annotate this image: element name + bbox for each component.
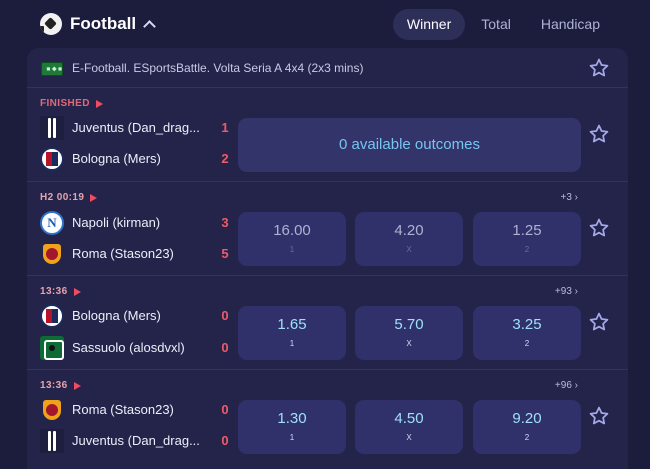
team-name: Juventus (Dan_drag...	[72, 120, 200, 135]
match-row[interactable]: FINISHED Juventus (Dan_drag... 1 Bologna…	[27, 89, 628, 182]
odd-button-x[interactable]: 4.20 X	[355, 212, 463, 266]
market-tabs: Winner Total Handicap	[391, 9, 614, 40]
odd-value: 1.65	[277, 316, 307, 333]
team-name: Bologna (Mers)	[72, 308, 161, 323]
odd-value: 9.20	[512, 410, 542, 427]
bologna-logo-icon	[40, 304, 64, 328]
odd-button-2[interactable]: 1.25 2	[473, 212, 581, 266]
odd-value: 1.30	[277, 410, 307, 427]
team-score: 1	[221, 120, 229, 135]
away-team: Bologna (Mers) 2	[40, 147, 250, 171]
odd-button-x[interactable]: 4.50 X	[355, 400, 463, 454]
odd-label: X	[406, 245, 412, 254]
team-name: Roma (Stason23)	[72, 246, 174, 261]
odd-label: 2	[524, 433, 530, 442]
odd-value: 3.25	[512, 316, 542, 333]
roma-logo-icon	[40, 242, 64, 266]
match-status: 13:36	[40, 286, 81, 297]
away-team: Juventus (Dan_drag... 0	[40, 429, 250, 453]
team-score: 3	[221, 215, 229, 230]
favorite-star-icon[interactable]	[588, 123, 610, 145]
odd-button-2[interactable]: 9.20 2	[473, 400, 581, 454]
odd-button-1[interactable]: 1.30 1	[238, 400, 346, 454]
team-score: 0	[221, 433, 229, 448]
league-header: ▪◆▪ E-Football. ESportsBattle. Volta Ser…	[27, 48, 628, 88]
match-row[interactable]: 13:36 +96 › Roma (Stason23) 0 Juventus (…	[27, 371, 628, 469]
odd-value: 4.50	[394, 410, 424, 427]
odd-label: 2	[524, 245, 530, 254]
napoli-logo-icon	[40, 211, 64, 235]
match-status: FINISHED	[40, 98, 103, 109]
odd-label: 2	[524, 339, 530, 348]
play-icon	[73, 287, 81, 296]
odd-label: X	[406, 339, 412, 348]
esports-flag-icon: ▪◆▪	[41, 62, 63, 76]
more-markets-link[interactable]: +96 ›	[555, 380, 578, 391]
team-score: 5	[221, 246, 229, 261]
match-status: H2 00:19	[40, 192, 98, 203]
team-score: 0	[221, 308, 229, 323]
team-name: Napoli (kirman)	[72, 215, 161, 230]
header: Football Winner Total Handicap	[0, 0, 650, 48]
odd-label: 1	[289, 245, 295, 254]
play-icon	[73, 381, 81, 390]
chevron-up-icon[interactable]	[142, 19, 156, 29]
team-name: Bologna (Mers)	[72, 151, 161, 166]
team-score: 0	[221, 340, 229, 355]
favorite-star-icon[interactable]	[588, 217, 610, 239]
team-score: 2	[221, 151, 229, 166]
tab-handicap[interactable]: Handicap	[527, 9, 614, 40]
more-markets-link[interactable]: +3 ›	[560, 192, 578, 203]
play-icon	[90, 193, 98, 202]
sport-title: Football	[70, 14, 137, 33]
odd-label: 1	[289, 339, 295, 348]
team-name: Juventus (Dan_drag...	[72, 433, 200, 448]
odd-label: X	[406, 433, 412, 442]
odd-label: 1	[289, 433, 295, 442]
juventus-logo-icon	[40, 116, 64, 140]
odd-button-1[interactable]: 1.65 1	[238, 306, 346, 360]
roma-logo-icon	[40, 398, 64, 422]
team-name: Roma (Stason23)	[72, 402, 174, 417]
play-icon	[95, 99, 103, 108]
juventus-logo-icon	[40, 429, 64, 453]
league-card: ▪◆▪ E-Football. ESportsBattle. Volta Ser…	[27, 48, 628, 469]
away-team: Sassuolo (alosdvxl) 0	[40, 336, 250, 360]
odd-value: 5.70	[394, 316, 424, 333]
favorite-star-icon[interactable]	[588, 405, 610, 427]
league-name: E-Football. ESportsBattle. Volta Seria A…	[72, 61, 364, 75]
tab-total[interactable]: Total	[467, 9, 525, 40]
more-markets-link[interactable]: +93 ›	[555, 286, 578, 297]
odd-value: 4.20	[394, 222, 424, 239]
sassuolo-logo-icon	[40, 336, 64, 360]
match-row[interactable]: H2 00:19 +3 › Napoli (kirman) 3 Roma (St…	[27, 183, 628, 276]
home-team: Napoli (kirman) 3	[40, 211, 250, 235]
team-name: Sassuolo (alosdvxl)	[72, 340, 185, 355]
odd-value: 1.25	[512, 222, 542, 239]
soccer-ball-icon	[40, 13, 62, 35]
sport-selector[interactable]: Football	[40, 12, 156, 36]
favorite-league-star-icon[interactable]	[588, 57, 610, 79]
home-team: Juventus (Dan_drag... 1	[40, 116, 250, 140]
odd-value: 16.00	[273, 222, 311, 239]
away-team: Roma (Stason23) 5	[40, 242, 250, 266]
home-team: Bologna (Mers) 0	[40, 304, 250, 328]
odd-button-1[interactable]: 16.00 1	[238, 212, 346, 266]
home-team: Roma (Stason23) 0	[40, 398, 250, 422]
odd-button-2[interactable]: 3.25 2	[473, 306, 581, 360]
no-outcomes-box: 0 available outcomes	[238, 118, 581, 172]
tab-winner[interactable]: Winner	[392, 9, 466, 40]
odd-button-x[interactable]: 5.70 X	[355, 306, 463, 360]
favorite-star-icon[interactable]	[588, 311, 610, 333]
match-row[interactable]: 13:36 +93 › Bologna (Mers) 0 Sassuolo (a…	[27, 277, 628, 370]
bologna-logo-icon	[40, 147, 64, 171]
team-score: 0	[221, 402, 229, 417]
match-status: 13:36	[40, 380, 81, 391]
